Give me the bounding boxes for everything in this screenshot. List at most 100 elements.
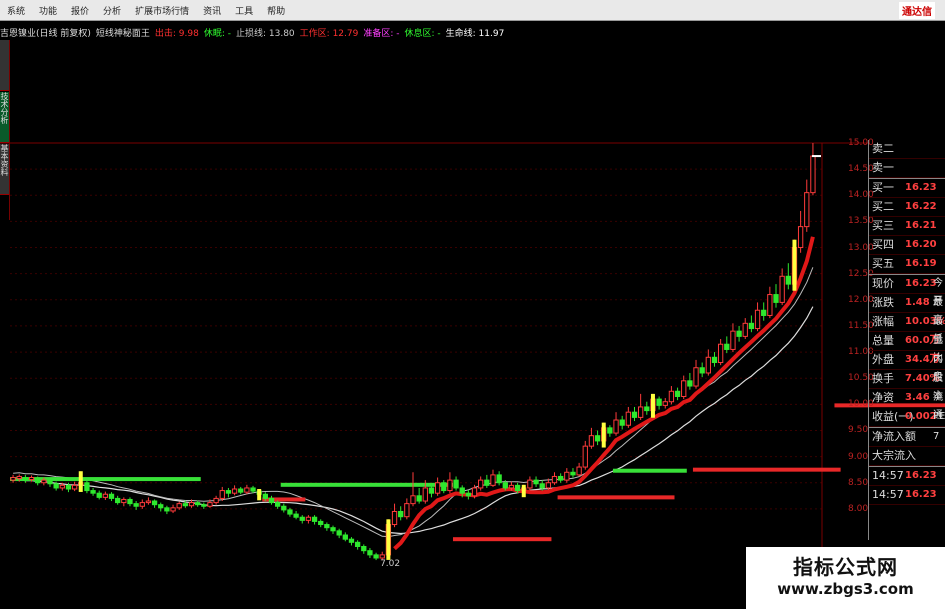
candle-body: [158, 504, 164, 509]
candle-body: [170, 507, 176, 512]
candle-body: [687, 380, 693, 387]
menu-item-extended-market[interactable]: 扩展市场行情: [128, 4, 196, 17]
quote-label: 换手: [872, 372, 894, 385]
candle-body: [496, 474, 502, 484]
level-bar: [262, 497, 306, 502]
menu-item-function[interactable]: 功能: [32, 4, 64, 17]
candle-body: [668, 390, 675, 403]
menu-item-help[interactable]: 帮助: [260, 4, 292, 17]
quote-value: 16.23: [905, 182, 937, 193]
menu-item-news[interactable]: 资讯: [196, 4, 228, 17]
indicator-stoploss: 止损线: 13.80: [236, 28, 295, 39]
candle-body: [761, 309, 767, 316]
candle-body: [478, 479, 484, 489]
candle-body: [115, 497, 121, 504]
candle-body: [391, 510, 398, 526]
signal-bar: [521, 484, 526, 498]
candle-body: [121, 498, 127, 504]
candle-body: [231, 488, 238, 494]
candle-body: [342, 534, 348, 540]
candle-body: [594, 435, 601, 442]
quote-row: 外盘 34.4万 内盘: [869, 351, 945, 383]
candle-body: [410, 495, 416, 505]
level-bar: [280, 482, 453, 487]
candle-body: [730, 330, 736, 350]
quote-value: 16.23: [905, 489, 937, 500]
price-axis: 15.00 14.50 14.00 13.50 13.00 12.50 12.00 11.50…: [822, 135, 874, 535]
quote-row: 卖一: [869, 159, 945, 178]
price-axis-label: 9.50: [848, 425, 869, 436]
candle-body: [164, 507, 170, 512]
candle-body: [508, 484, 515, 489]
menu-item-analysis[interactable]: 分析: [96, 4, 128, 17]
tab-technical[interactable]: [0, 40, 9, 91]
candle-body: [108, 493, 115, 499]
candle-body: [324, 524, 330, 529]
candle-body: [268, 497, 275, 504]
candle-body: [625, 411, 631, 426]
quote-label: 14:57: [872, 488, 904, 501]
menu-item-system[interactable]: 系统: [0, 4, 32, 17]
candle-body: [705, 356, 711, 374]
menu-item-quote[interactable]: 报价: [64, 4, 96, 17]
candle-body: [711, 356, 718, 364]
candle-body: [607, 427, 613, 434]
quote-row: 买三 16.21: [869, 217, 945, 236]
quote-row: 净流入额 7: [869, 427, 945, 447]
quote-label: 买一: [872, 181, 894, 194]
level-bar: [692, 467, 841, 472]
quote-row: 大宗流入: [869, 447, 945, 466]
candle-body: [724, 343, 730, 350]
candle-body: [656, 398, 662, 406]
candle-body: [354, 541, 361, 547]
candle-body: [219, 490, 225, 499]
signal-bar: [257, 489, 262, 501]
quote-row: 买二 16.22: [869, 198, 945, 217]
candle-body: [41, 479, 47, 484]
level-bar: [612, 468, 687, 473]
menu-bar: 系统 功能 报价 分析 扩展市场行情 资讯 工具 帮助 通达信: [0, 0, 945, 21]
left-tab-strip: 技术分析 基本资料: [0, 40, 10, 220]
signal-bar: [650, 393, 655, 418]
candle-body: [428, 487, 435, 494]
indicator-dormant: 休眠: -: [203, 28, 231, 39]
indicator-rest-zone: 休息区: -: [404, 28, 441, 39]
candle-body: [53, 483, 59, 489]
candle-body: [637, 406, 644, 418]
quote-row: 买一 16.23: [869, 178, 945, 198]
candle-body: [102, 493, 109, 498]
quote-row: 净资 3.46 流通: [869, 389, 945, 421]
quote-value: 16.19: [905, 258, 937, 269]
candle-body: [588, 435, 595, 447]
candle-body: [84, 482, 90, 492]
candle-body: [465, 492, 472, 497]
indicator-info-bar: 吉恩镍业(日线 前复权) 短线神秘面王 出击: 9.98 休眠: - 止损线: …: [0, 22, 560, 42]
candle-body: [471, 487, 478, 497]
quote-extra: PE: [933, 411, 945, 422]
candle-body: [71, 484, 78, 490]
candle-body: [514, 484, 521, 492]
candle-body: [459, 487, 465, 494]
indicator-name[interactable]: 短线神秘面王: [96, 26, 150, 39]
candle-body: [176, 503, 182, 509]
tab-technical-analysis[interactable]: 技术分析: [0, 92, 9, 143]
candle-body: [551, 475, 558, 484]
tab-basic-info[interactable]: 基本资料: [0, 144, 9, 195]
quote-panel: 卖二 卖一 买一 16.23 买二 16.22 买三 16.21 买四 16.20 买五 16.19 现…: [868, 140, 945, 540]
candle-body: [662, 401, 668, 406]
candle-body: [379, 554, 385, 559]
quote-row: 卖二: [869, 140, 945, 159]
candle-body: [767, 294, 773, 316]
watermark: 指标公式网 www.zbgs3.com: [746, 547, 945, 609]
candle-body: [810, 155, 816, 194]
candle-body: [613, 419, 619, 434]
candle-body: [238, 488, 244, 493]
menu-item-tools[interactable]: 工具: [228, 4, 260, 17]
candle-body: [59, 484, 65, 489]
candle-body: [502, 482, 508, 489]
quote-label: 涨幅: [872, 315, 894, 328]
kline-chart[interactable]: 7.02: [0, 0, 945, 609]
candle-body: [693, 367, 699, 387]
candle-body: [10, 477, 16, 481]
candle-body: [398, 510, 404, 518]
